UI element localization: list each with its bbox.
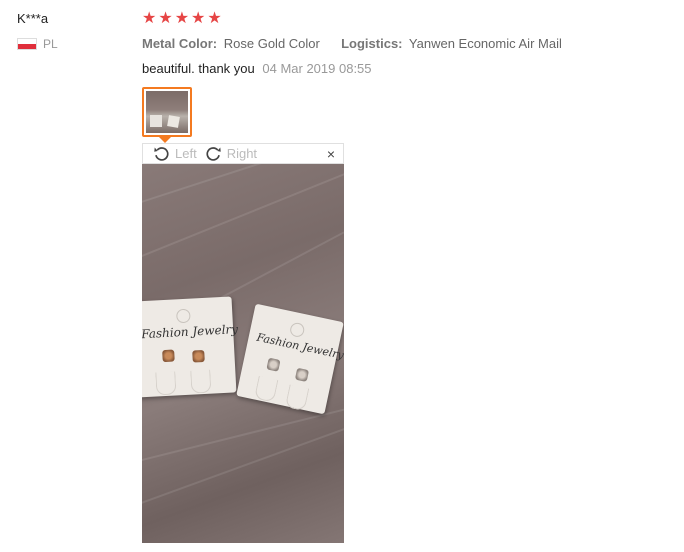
star-icon: ★: [191, 10, 206, 27]
reviewer-country: PL: [17, 37, 58, 51]
photo-thumbnail[interactable]: [142, 87, 192, 137]
rotate-right-icon: [206, 147, 221, 161]
order-info: Metal Color: Rose Gold Color Logistics: …: [142, 36, 562, 51]
reviewer-name: K***a: [17, 11, 49, 26]
star-icon: ★: [142, 10, 157, 27]
country-code: PL: [43, 37, 58, 51]
earring-card: Fashion Jewelry: [236, 303, 344, 415]
card-brand-text: Fashion Jewelry: [142, 322, 239, 342]
review-photo: Fashion Jewelry Fashion Jewelry: [142, 164, 344, 543]
rotate-left-icon: [154, 147, 169, 161]
image-viewer-toolbar: Left Right ×: [142, 143, 344, 164]
metal-color-label: Metal Color:: [142, 36, 218, 51]
logistics-label: Logistics:: [341, 36, 403, 51]
metal-color-value: Rose Gold Color: [223, 36, 320, 51]
review-feedback: beautiful. thank you 04 Mar 2019 08:55: [142, 61, 372, 76]
thumbnail-image: [146, 91, 188, 133]
close-button[interactable]: ×: [327, 146, 335, 162]
rotate-left-button[interactable]: Left: [153, 145, 197, 162]
poland-flag-icon: [17, 38, 37, 50]
star-rating: ★ ★ ★ ★ ★: [142, 11, 222, 27]
star-icon: ★: [174, 10, 190, 27]
rotate-left-label: Left: [175, 146, 197, 161]
logistics-value: Yanwen Economic Air Mail: [408, 36, 562, 51]
earring-card: Fashion Jewelry: [142, 296, 239, 398]
star-icon: ★: [158, 10, 173, 27]
rotate-right-button[interactable]: Right: [205, 145, 257, 162]
star-icon: ★: [207, 10, 222, 27]
review-time: 04 Mar 2019 08:55: [262, 61, 372, 76]
review-text: beautiful. thank you: [142, 61, 255, 76]
rotate-right-label: Right: [226, 146, 258, 161]
